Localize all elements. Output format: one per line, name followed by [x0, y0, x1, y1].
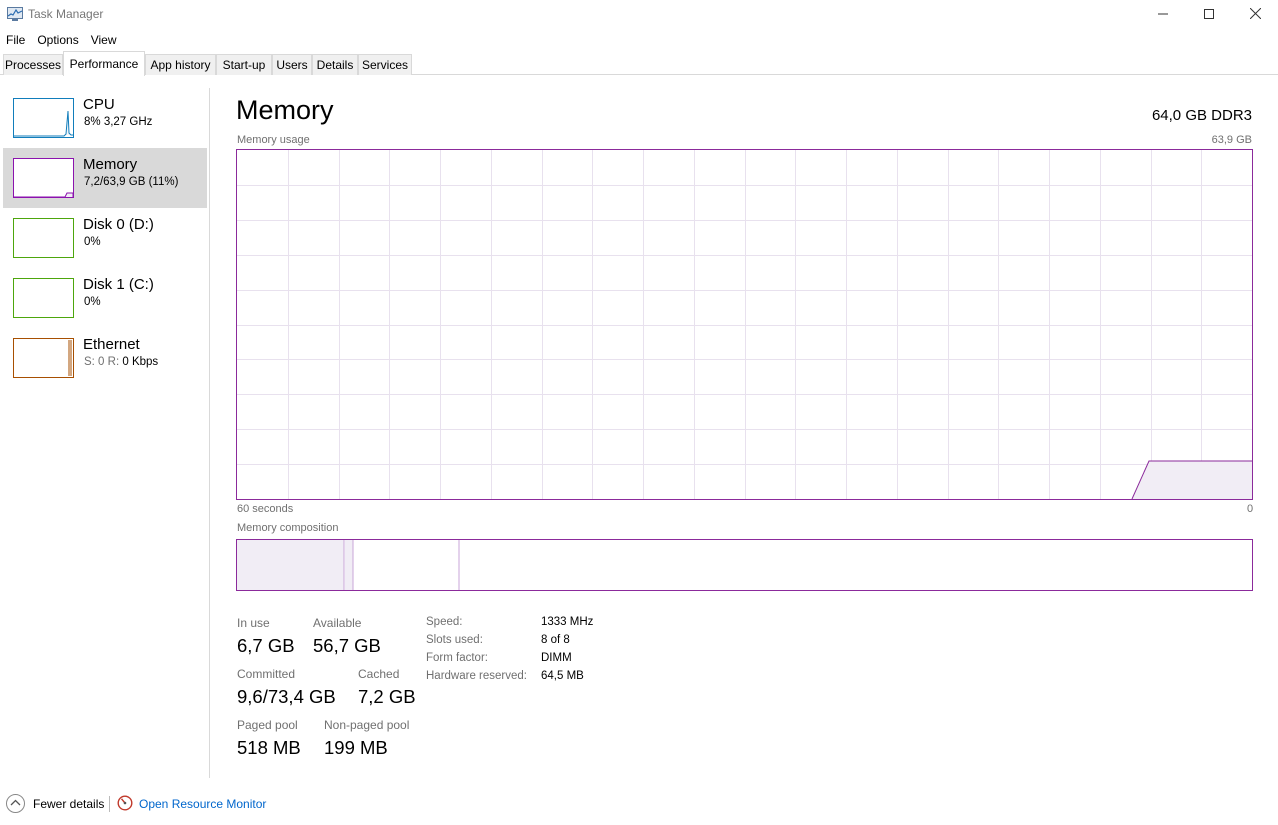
footer: Fewer details Open Resource Monitor — [0, 790, 1278, 820]
memory-usage-area — [1132, 461, 1252, 499]
tab-users[interactable]: Users — [272, 54, 312, 75]
window-title: Task Manager — [28, 7, 104, 21]
paged-pool-value: 518 MB — [237, 737, 301, 758]
sidebar-item-memory[interactable]: Memory 7,2/63,9 GB (11%) — [3, 148, 207, 208]
composition-modified — [345, 540, 353, 590]
speed-label: Speed: — [426, 616, 463, 628]
sidebar-item-subtitle: 8% 3,27 GHz — [84, 116, 153, 128]
sidebar-item-ethernet[interactable]: Ethernet S: 0 R: 0 Kbps — [3, 328, 207, 388]
maximize-icon — [1204, 8, 1214, 22]
sidebar-item-title: Disk 1 (C:) — [83, 276, 154, 293]
tab-details[interactable]: Details — [312, 54, 358, 75]
speed-value: 1333 MHz — [541, 616, 594, 628]
menu-bar: File Options View — [0, 30, 123, 50]
ethernet-thumbnail — [13, 338, 74, 378]
cached-value: 7,2 GB — [358, 686, 416, 707]
committed-label: Committed — [237, 667, 296, 681]
tab-performance[interactable]: Performance — [63, 51, 145, 76]
maximize-button[interactable] — [1186, 0, 1232, 30]
sidebar-item-disk-0[interactable]: Disk 0 (D:) 0% — [3, 208, 207, 268]
chart-min-label: 0 — [1247, 503, 1254, 515]
memory-usage-graph — [237, 150, 1252, 500]
footer-divider — [109, 796, 110, 812]
sidebar-item-subtitle: 7,2/63,9 GB (11%) — [84, 176, 179, 188]
hardware-reserved-value: 64,5 MB — [541, 670, 584, 682]
menu-file[interactable]: File — [0, 30, 31, 50]
sidebar-item-subtitle: S: 0 R: 0 Kbps — [84, 356, 158, 368]
committed-value: 9,6/73,4 GB — [237, 686, 336, 707]
cpu-thumbnail — [13, 98, 74, 138]
sidebar-item-subtitle: 0% — [84, 296, 101, 308]
title-bar: Task Manager — [0, 0, 1278, 30]
sidebar-item-cpu[interactable]: CPU 8% 3,27 GHz — [3, 88, 207, 148]
time-span-label: 60 seconds — [237, 503, 294, 515]
memory-spec: 64,0 GB DDR3 — [1151, 107, 1252, 124]
sidebar-item-title: Memory — [83, 156, 138, 173]
available-label: Available — [313, 616, 362, 630]
ethernet-send-receive-label: S: 0 R: — [84, 356, 120, 368]
non-paged-pool-value: 199 MB — [324, 737, 388, 758]
memory-composition-bar — [236, 539, 1253, 591]
disk-1-thumbnail — [13, 278, 74, 318]
fewer-details-label: Fewer details — [33, 797, 105, 811]
page-title: Memory — [236, 95, 334, 125]
disk-0-thumbnail — [13, 218, 74, 258]
memory-usage-label: Memory usage — [237, 134, 310, 146]
menu-view[interactable]: View — [85, 30, 123, 50]
in-use-value: 6,7 GB — [237, 635, 295, 656]
non-paged-pool-label: Non-paged pool — [324, 718, 410, 732]
tab-app-history[interactable]: App history — [145, 54, 216, 75]
sidebar-item-title: CPU — [83, 96, 115, 113]
tab-processes[interactable]: Processes — [3, 54, 63, 75]
slots-used-value: 8 of 8 — [541, 634, 570, 646]
memory-composition-label: Memory composition — [237, 522, 339, 534]
paged-pool-label: Paged pool — [237, 718, 298, 732]
tab-services[interactable]: Services — [358, 54, 412, 75]
minimize-button[interactable] — [1140, 0, 1186, 30]
form-factor-label: Form factor: — [426, 652, 488, 664]
chevron-up-icon — [6, 794, 25, 813]
sidebar-item-subtitle: 0% — [84, 236, 101, 248]
menu-options[interactable]: Options — [31, 30, 84, 50]
memory-max-label: 63,9 GB — [1211, 134, 1252, 146]
available-value: 56,7 GB — [313, 635, 381, 656]
composition-in-use — [237, 540, 344, 590]
open-resource-monitor-label: Open Resource Monitor — [139, 797, 267, 811]
sidebar-item-title: Ethernet — [83, 336, 140, 353]
slots-used-label: Slots used: — [426, 634, 483, 646]
memory-usage-chart — [236, 149, 1253, 500]
ethernet-rate: 0 Kbps — [122, 356, 159, 368]
memory-composition-graph — [237, 540, 460, 590]
memory-thumbnail — [13, 158, 74, 198]
hardware-reserved-label: Hardware reserved: — [426, 670, 527, 682]
tab-start-up[interactable]: Start-up — [216, 54, 272, 75]
resource-monitor-icon — [117, 795, 133, 811]
sidebar-item-disk-1[interactable]: Disk 1 (C:) 0% — [3, 268, 207, 328]
sidebar-item-title: Disk 0 (D:) — [83, 216, 154, 233]
close-button[interactable] — [1232, 0, 1278, 30]
in-use-label: In use — [237, 616, 270, 630]
cached-label: Cached — [358, 667, 400, 681]
resource-sidebar: CPU 8% 3,27 GHz Memory 7,2/63,9 GB (11%)… — [0, 88, 210, 778]
tab-bar: Processes Performance App history Start-… — [0, 51, 1278, 76]
minimize-icon — [1158, 8, 1168, 22]
form-factor-value: DIMM — [541, 652, 572, 664]
close-icon — [1249, 7, 1261, 22]
task-manager-icon — [7, 7, 23, 21]
